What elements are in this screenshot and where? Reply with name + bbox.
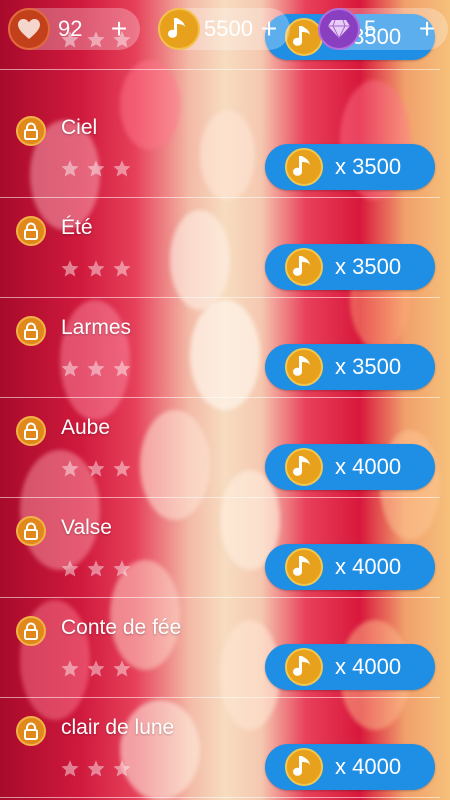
song-row[interactable]: clair de lune x 4000 bbox=[0, 698, 440, 798]
music-note-icon bbox=[285, 248, 323, 286]
star-icon bbox=[86, 359, 106, 379]
song-row[interactable]: Conte de fée x 4000 bbox=[0, 598, 440, 698]
music-note-icon bbox=[285, 348, 323, 386]
song-price: x 3500 bbox=[335, 254, 402, 279]
song-list: x 3500 Ciel x 3500 Été x 3500 Larmes x 3500 Aub… bbox=[0, 0, 450, 800]
star-rating bbox=[60, 159, 132, 179]
buy-song-button[interactable]: x 4000 bbox=[265, 544, 435, 590]
gems-value: 5 bbox=[364, 16, 377, 41]
song-title: Conte de fée bbox=[61, 616, 182, 639]
buy-song-button[interactable]: x 3500 bbox=[265, 144, 435, 190]
song-price: x 4000 bbox=[335, 454, 402, 479]
star-icon bbox=[86, 459, 106, 479]
star-icon bbox=[60, 759, 80, 779]
song-price: x 3500 bbox=[335, 354, 402, 379]
music-note-icon bbox=[285, 748, 323, 786]
lock-icon bbox=[16, 216, 46, 246]
diamond-icon bbox=[318, 8, 360, 50]
lock-icon bbox=[16, 316, 46, 346]
star-icon bbox=[112, 159, 132, 179]
notes-value: 5500 bbox=[204, 16, 253, 41]
buy-song-button[interactable]: x 4000 bbox=[265, 644, 435, 690]
song-title: Ciel bbox=[61, 116, 98, 139]
star-icon bbox=[60, 259, 80, 279]
star-rating bbox=[60, 659, 132, 679]
add-gems-button[interactable]: + bbox=[412, 15, 442, 43]
star-icon bbox=[86, 259, 106, 279]
lock-icon bbox=[16, 516, 46, 546]
star-icon bbox=[60, 159, 80, 179]
buy-song-button[interactable]: x 3500 bbox=[265, 244, 435, 290]
notes-counter: 5500 + bbox=[158, 8, 290, 50]
song-price: x 4000 bbox=[335, 554, 402, 579]
music-note-icon bbox=[285, 548, 323, 586]
star-icon bbox=[86, 559, 106, 579]
star-icon bbox=[112, 259, 132, 279]
song-price: x 3500 bbox=[335, 154, 402, 179]
heart-icon bbox=[8, 8, 50, 50]
lock-icon bbox=[16, 616, 46, 646]
star-icon bbox=[112, 759, 132, 779]
star-rating bbox=[60, 359, 132, 379]
lives-counter: 92 + bbox=[8, 8, 140, 50]
star-icon bbox=[60, 559, 80, 579]
music-note-icon bbox=[285, 148, 323, 186]
star-rating bbox=[60, 559, 132, 579]
star-icon bbox=[60, 459, 80, 479]
song-row[interactable]: Été x 3500 bbox=[0, 198, 440, 298]
star-icon bbox=[112, 559, 132, 579]
star-icon bbox=[86, 759, 106, 779]
star-icon bbox=[60, 659, 80, 679]
song-title: Valse bbox=[61, 516, 112, 539]
song-title: Été bbox=[61, 216, 93, 239]
lock-icon bbox=[16, 716, 46, 746]
song-title: Aube bbox=[61, 416, 111, 439]
star-icon bbox=[86, 659, 106, 679]
lock-icon bbox=[16, 116, 46, 146]
star-rating bbox=[60, 759, 132, 779]
add-lives-button[interactable]: + bbox=[104, 15, 134, 43]
song-price: x 4000 bbox=[335, 754, 402, 779]
song-row[interactable]: Ciel x 3500 bbox=[0, 98, 440, 198]
song-title: Larmes bbox=[61, 316, 132, 339]
music-note-icon bbox=[158, 8, 200, 50]
song-row[interactable]: Aube x 4000 bbox=[0, 398, 440, 498]
gems-counter: 5 + bbox=[318, 8, 448, 50]
star-icon bbox=[112, 659, 132, 679]
song-row[interactable]: Valse x 4000 bbox=[0, 498, 440, 598]
buy-song-button[interactable]: x 4000 bbox=[265, 444, 435, 490]
star-icon bbox=[86, 159, 106, 179]
song-price: x 4000 bbox=[335, 654, 402, 679]
music-note-icon bbox=[285, 648, 323, 686]
music-note-icon bbox=[285, 448, 323, 486]
song-title: clair de lune bbox=[61, 716, 175, 739]
buy-song-button[interactable]: x 4000 bbox=[265, 744, 435, 790]
star-icon bbox=[60, 359, 80, 379]
buy-song-button[interactable]: x 3500 bbox=[265, 344, 435, 390]
lock-icon bbox=[16, 416, 46, 446]
song-row[interactable]: Larmes x 3500 bbox=[0, 298, 440, 398]
star-rating bbox=[60, 259, 132, 279]
star-rating bbox=[60, 459, 132, 479]
star-icon bbox=[112, 459, 132, 479]
lives-value: 92 bbox=[58, 16, 83, 41]
currency-bar: 92 + 5500 + 5 + bbox=[0, 0, 450, 58]
star-icon bbox=[112, 359, 132, 379]
add-notes-button[interactable]: + bbox=[254, 15, 284, 43]
